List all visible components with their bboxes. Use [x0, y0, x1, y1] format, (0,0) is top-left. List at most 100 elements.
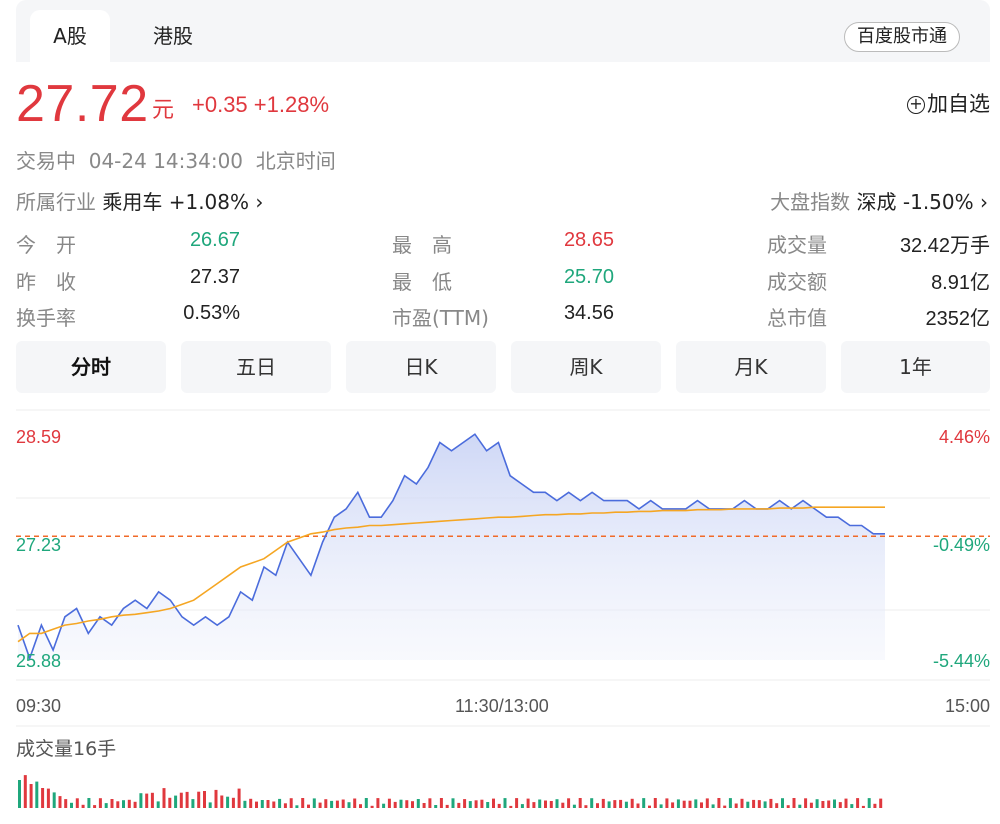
volume-bar [318, 802, 322, 808]
volume-bar [717, 798, 721, 808]
stat-label-turnover-rate: 换手率 [16, 306, 76, 330]
current-price: 27.72 [16, 75, 149, 133]
volume-bar [567, 798, 571, 808]
volume-bar [757, 800, 761, 808]
volume-bar [387, 798, 391, 808]
volume-bar [70, 802, 73, 808]
volume-bar [353, 798, 357, 808]
volume-bar [792, 798, 796, 808]
industry-change: +1.08% [168, 190, 250, 214]
volume-bar [775, 803, 779, 808]
volume-bar [815, 799, 819, 808]
volume-bar [243, 800, 247, 808]
volume-bar [740, 798, 744, 808]
volume-bar [786, 805, 790, 808]
volume-bar [307, 804, 310, 808]
volume-bar [75, 798, 79, 808]
market-tabs-bar: A股 港股 百度股市通 [16, 0, 990, 62]
volume-bar [122, 800, 125, 808]
volume-bar [104, 803, 108, 808]
trading-status: 交易中 04-24 14:34:00 北京时间 [16, 145, 336, 174]
volume-bar [538, 799, 542, 808]
chart-tab-five-day[interactable]: 五日 [181, 341, 331, 393]
volume-bar [861, 805, 865, 808]
volume-bar [694, 799, 698, 808]
chart-tab-intraday[interactable]: 分时 [16, 341, 166, 393]
volume-bar [798, 804, 802, 808]
volume-bar [295, 805, 299, 808]
volume-bar [630, 798, 634, 808]
add-watchlist-label: 加自选 [927, 92, 990, 116]
tab-a-shares[interactable]: A股 [30, 10, 110, 62]
volume-bar [18, 780, 21, 808]
volume-bar [497, 803, 501, 808]
volume-bar [52, 792, 56, 808]
volume-bar [428, 798, 432, 808]
add-watchlist-button[interactable]: + 加自选 [907, 88, 990, 118]
volume-bar [93, 805, 97, 808]
volume-bar [665, 798, 669, 808]
volume-bar [249, 798, 253, 808]
volume-bar [486, 802, 490, 808]
volume-bar [607, 801, 611, 808]
volume-bar [457, 802, 461, 808]
chart-tab-one-year[interactable]: 1年 [841, 341, 990, 393]
volume-bar [879, 798, 883, 808]
volume-bar [214, 789, 218, 808]
volume-bar [382, 803, 386, 808]
stat-value-open: 26.67 [189, 229, 240, 251]
volume-bar [613, 800, 617, 808]
tab-hk-shares[interactable]: 港股 [128, 10, 218, 62]
stat-value-turnover-rate: 0.53% [183, 302, 240, 324]
volume-bar [867, 798, 871, 808]
stat-label-low: 最 低 [392, 270, 452, 294]
volume-bar [781, 798, 784, 808]
volume-bar [596, 803, 599, 808]
intraday-chart[interactable] [0, 400, 1000, 824]
volume-bar [422, 803, 426, 808]
stat-label-high: 最 高 [392, 233, 452, 257]
volume-label: 成交量16手 [16, 738, 117, 760]
volume-bar [220, 795, 224, 808]
status-text: 交易中 [16, 149, 76, 173]
stat-value-high: 28.65 [563, 229, 614, 251]
price-change: +0.35 +1.28% [192, 92, 329, 118]
volume-bar [197, 791, 201, 808]
volume-bar [705, 798, 709, 808]
plus-circle-icon: + [907, 96, 925, 114]
volume-bar [532, 802, 536, 808]
volume-bar [544, 800, 547, 808]
chevron-right-icon: › [980, 190, 988, 214]
volume-bar [601, 798, 605, 808]
index-label: 大盘指数 [770, 190, 851, 214]
volume-bar [555, 799, 559, 808]
volume-bar [64, 799, 68, 808]
industry-link[interactable]: 所属行业 乘用车 +1.08% › [16, 186, 263, 215]
volume-bar [480, 799, 484, 808]
volume-bar [272, 801, 276, 808]
volume-bar [636, 803, 640, 808]
chart-tab-monthly-k[interactable]: 月K [676, 341, 826, 393]
stat-label-prev-close: 昨 收 [16, 270, 76, 294]
volume-bar [46, 788, 50, 808]
volume-bar [301, 798, 305, 808]
volume-bar [87, 798, 91, 808]
stock-connect-button[interactable]: 百度股市通 [844, 22, 960, 52]
volume-bar [723, 805, 727, 808]
volume-bar [821, 801, 825, 808]
volume-bar [844, 798, 848, 808]
volume-bar [191, 799, 195, 808]
volume-bar [116, 801, 120, 808]
change-percent: +1.28% [253, 92, 330, 117]
volume-bar [659, 804, 663, 808]
volume-bar [653, 798, 657, 808]
volume-bar [330, 800, 334, 808]
y-label-high: 28.59 [16, 427, 62, 447]
chart-tab-daily-k[interactable]: 日K [346, 341, 496, 393]
index-name: 深成 [856, 190, 897, 214]
chart-tab-weekly-k[interactable]: 周K [511, 341, 661, 393]
volume-bar [688, 800, 692, 808]
y-label-pct-mid: -0.49% [932, 535, 990, 555]
market-index-link[interactable]: 大盘指数 深成 -1.50% › [770, 186, 988, 215]
volume-bar [752, 799, 756, 808]
